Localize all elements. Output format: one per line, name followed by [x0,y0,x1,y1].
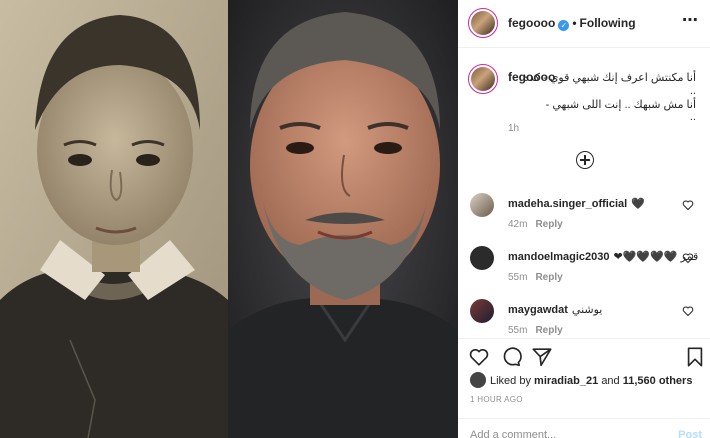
more-options-icon[interactable]: ⋯ [682,13,698,30]
liker-avatar[interactable] [470,372,486,388]
comment-time: 55m [508,272,528,283]
comment-item: madeha.singer_official 🖤 42m Reply [458,193,710,243]
heart-icon[interactable] [682,199,694,211]
heart-icon [469,349,489,366]
commenter-username[interactable]: mandoelmagic2030 [508,251,610,263]
comment-meta: 55m Reply [508,272,563,283]
caption-line: .. [689,85,696,97]
plus-circle-icon[interactable] [576,151,594,169]
separator-dot: • [572,16,577,30]
caption-timestamp[interactable]: 1h [508,123,519,134]
caption-avatar-image [471,67,495,91]
caption-line: .. [689,111,696,123]
comment-text: يوشني [571,304,603,316]
comment-body: maygawdat يوشني [508,303,602,316]
reply-button[interactable]: Reply [535,272,562,283]
following-button[interactable]: Following [580,16,636,30]
comment-item: mandoelmagic2030 ❤🖤🖤🖤🖤 قمر 55m Reply [458,246,710,296]
likes-others-link[interactable]: 11,560 others [623,375,693,387]
liker-username[interactable]: miradiab_21 [534,375,598,387]
comment-time: 42m [508,219,528,230]
like-button[interactable] [468,346,490,368]
post-side-panel: fegoooo ✓ • Following ⋯ fegoooo أنا مكنتش ا… [458,0,710,438]
add-comment-bar: Add a comment... Post [458,418,710,438]
caption-line: أنا مش شبهك .. إنت اللى شبهي - [545,99,696,111]
bookmark-icon [687,347,703,367]
comment-input[interactable]: Add a comment... [470,429,556,438]
heart-icon[interactable] [682,305,694,317]
post-header: fegoooo ✓ • Following ⋯ [458,0,710,48]
verified-badge-icon: ✓ [558,20,570,31]
comment-body: madeha.singer_official 🖤 [508,197,645,210]
likes-summary: Liked by miradiab_21 and 11,560 others [470,372,692,388]
heart-icon[interactable] [682,252,694,264]
likes-prefix: Liked by [490,375,531,387]
author-username-link[interactable]: fegoooo [508,16,555,30]
post-timestamp[interactable]: 1 HOUR AGO [470,395,523,404]
author-avatar-image [471,11,495,35]
comment-text: 🖤 [631,198,645,210]
comment-meta: 42m Reply [508,219,563,230]
post-comment-button[interactable]: Post [678,429,702,438]
share-button[interactable] [531,346,553,368]
commenter-username[interactable]: madeha.singer_official [508,198,627,210]
likes-connector: and [601,375,620,387]
post-action-bar [458,338,710,374]
paper-plane-icon [532,348,552,367]
reply-button[interactable]: Reply [535,325,562,336]
comment-body: mandoelmagic2030 ❤🖤🖤🖤🖤 قمر [508,250,698,263]
commenter-avatar[interactable] [470,299,494,323]
caption-line: أنا مكنتش اعرف إنك شبهي قوي - كده [523,72,696,84]
post-image[interactable] [0,0,458,438]
comment-bubble-icon [503,347,522,367]
comment-button[interactable] [500,346,522,368]
author-info: fegoooo ✓ • Following [508,16,636,31]
comment-meta: 55m Reply [508,325,563,336]
comment-time: 55m [508,325,528,336]
reply-button[interactable]: Reply [535,219,562,230]
commenter-username[interactable]: maygawdat [508,304,568,316]
save-button[interactable] [684,346,706,368]
caption-avatar[interactable] [468,64,498,94]
commenter-avatar[interactable] [470,246,494,270]
post-image-art [0,0,458,438]
author-avatar[interactable] [468,8,498,38]
commenter-avatar[interactable] [470,193,494,217]
